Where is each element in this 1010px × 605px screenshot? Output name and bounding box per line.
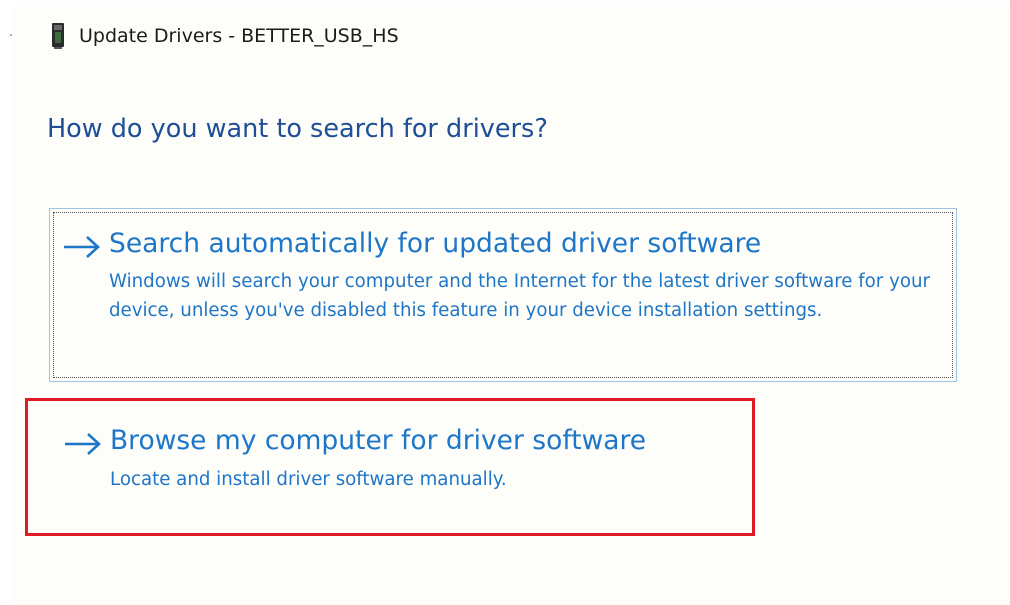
stray-pixel [10, 34, 12, 36]
usb-device-icon [52, 23, 64, 49]
arrow-right-icon [65, 433, 101, 455]
search-automatically-description: Windows will search your computer and th… [109, 271, 930, 321]
page-heading: How do you want to search for drivers? [47, 114, 548, 144]
browse-my-computer-title[interactable]: Browse my computer for driver software [110, 425, 646, 456]
update-drivers-window: Update Drivers - BETTER_USB_HS How do yo… [0, 0, 1010, 605]
title-bar: Update Drivers - BETTER_USB_HS [50, 22, 399, 50]
search-automatically-title[interactable]: Search automatically for updated driver … [109, 228, 761, 259]
search-automatically-option[interactable]: Search automatically for updated driver … [49, 208, 957, 382]
browse-my-computer-description: Locate and install driver software manua… [110, 469, 507, 490]
window-title: Update Drivers - BETTER_USB_HS [79, 25, 399, 47]
browse-my-computer-option[interactable]: Browse my computer for driver software L… [25, 398, 755, 536]
arrow-right-icon [64, 236, 100, 258]
